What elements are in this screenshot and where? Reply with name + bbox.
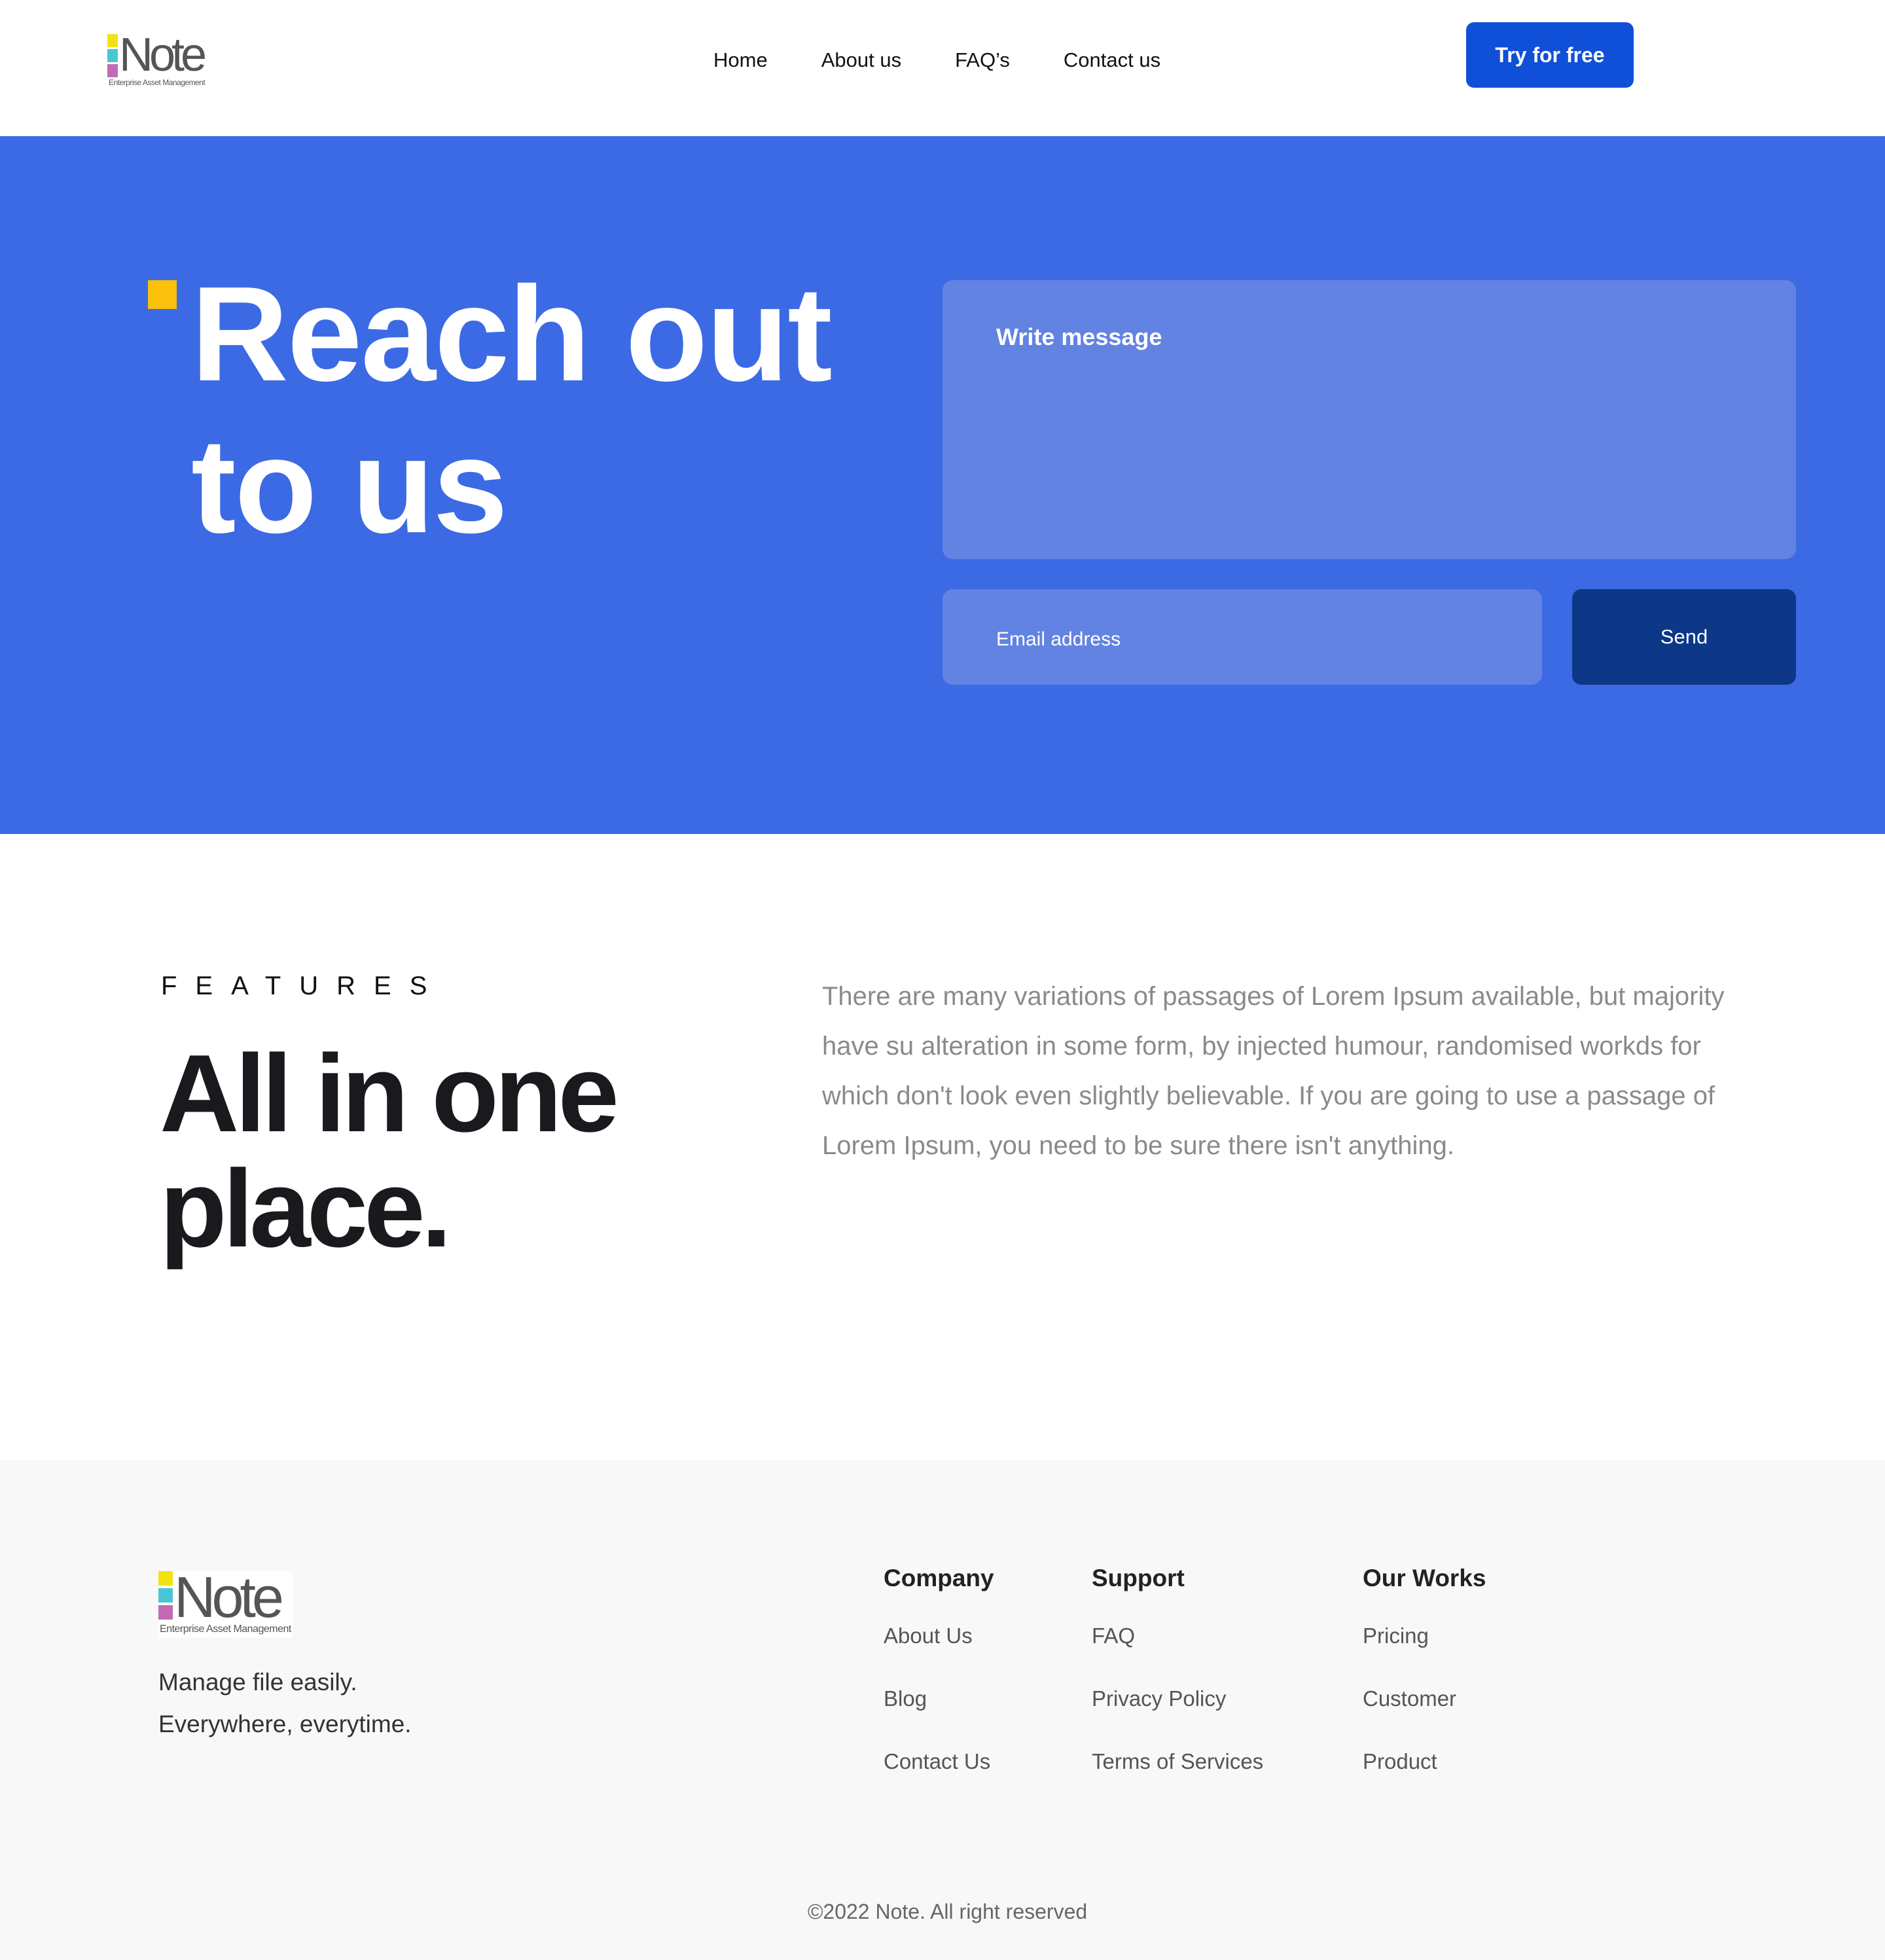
footer-heading-company: Company [884,1565,994,1591]
hero-title: Reach out to us [191,258,911,562]
main-nav: Home About us FAQ’s Contact us [713,46,1214,75]
footer-logo-wordmark: Note [174,1565,284,1629]
hero-title-line-2: to us [191,410,508,561]
footer-link-customer[interactable]: Customer [1363,1686,1486,1749]
footer-link-about-us[interactable]: About Us [884,1624,994,1686]
copyright-text: ©2022 Note. All right reserved [807,1900,1088,1923]
nav-home[interactable]: Home [713,48,768,72]
features-eyebrow: FEATURES [161,971,446,1000]
footer-link-faq[interactable]: FAQ [1092,1624,1263,1686]
footer-link-contact-us[interactable]: Contact Us [884,1749,994,1812]
logo-color-bars-icon [107,34,118,79]
footer-link-blog[interactable]: Blog [884,1686,994,1749]
nav-faqs[interactable]: FAQ’s [955,48,1010,72]
message-textarea[interactable]: Write message [942,280,1796,559]
hero-title-line-1: Reach out [191,259,833,409]
try-for-free-button[interactable]: Try for free [1466,22,1634,88]
accent-square-icon [148,280,177,309]
logo-bar-yellow [107,34,118,47]
logo-bar-magenta [158,1605,173,1620]
logo-bar-cyan [158,1588,173,1603]
footer-logo-tagline: Enterprise Asset Management [160,1624,291,1635]
logo-bar-cyan [107,49,118,62]
logo-wordmark: Note [119,29,207,81]
site-footer: Note Enterprise Asset Management Manage … [0,1460,1885,1960]
features-description: There are many variations of passages of… [822,982,1725,1160]
brand-logo[interactable]: Note Enterprise Asset Management [107,29,207,87]
logo-color-bars-icon [158,1571,173,1622]
footer-tagline: Manage file easily. Everywhere, everytim… [158,1661,412,1745]
email-placeholder: Email address [996,628,1121,650]
logo-bar-yellow [158,1571,173,1586]
logo-tagline: Enterprise Asset Management [109,78,206,87]
contact-hero: Reach out to us Write message Email addr… [0,136,1885,834]
footer-logo[interactable]: Note Enterprise Asset Management [158,1565,293,1638]
footer-link-pricing[interactable]: Pricing [1363,1624,1486,1686]
logo-mark: Note [107,29,207,81]
footer-column-company: Company About Us Blog Contact Us [884,1565,994,1812]
footer-column-our-works: Our Works Pricing Customer Product [1363,1565,1486,1812]
site-header: Note Enterprise Asset Management Home Ab… [0,0,1885,136]
send-button[interactable]: Send [1572,589,1796,685]
email-input[interactable]: Email address [942,589,1542,685]
logo-bar-magenta [107,64,118,77]
footer-tagline-line-2: Everywhere, everytime. [158,1711,412,1737]
footer-column-support: Support FAQ Privacy Policy Terms of Serv… [1092,1565,1263,1812]
nav-contact-us[interactable]: Contact us [1064,48,1160,72]
footer-heading-our-works: Our Works [1363,1565,1486,1591]
footer-link-terms-of-services[interactable]: Terms of Services [1092,1749,1263,1812]
message-placeholder: Write message [996,323,1162,350]
footer-logo-mark: Note [158,1565,291,1629]
nav-about-us[interactable]: About us [821,48,901,72]
features-title-line-1: All in one [160,1032,619,1155]
footer-link-privacy-policy[interactable]: Privacy Policy [1092,1686,1263,1749]
footer-link-product[interactable]: Product [1363,1749,1486,1812]
features-title-line-2: place. [160,1147,452,1270]
footer-tagline-line-1: Manage file easily. [158,1669,357,1696]
features-title: All in one place. [160,1036,814,1266]
footer-heading-support: Support [1092,1565,1185,1591]
